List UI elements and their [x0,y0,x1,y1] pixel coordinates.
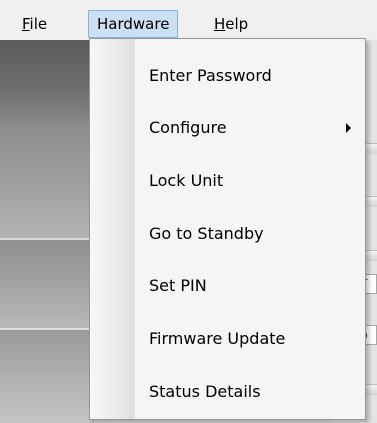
menu-item-label: Firmware Update [149,329,286,348]
menu-help[interactable]: Help [206,10,256,38]
menu-item-label: Go to Standby [149,224,264,243]
menu-help-mnemonic: H [214,15,226,33]
submenu-arrow-icon [346,123,351,133]
menu-item-label: Set PIN [149,276,207,295]
menu-item-firmware-update[interactable]: Firmware Update [92,314,363,364]
menu-item-configure[interactable]: Configure [92,103,363,153]
menu-hardware-label: Hardware [97,15,170,33]
menu-hardware[interactable]: Hardware [88,10,179,38]
side-panel[interactable] [0,126,94,238]
side-panel[interactable] [0,240,94,328]
hardware-dropdown: Enter Password Configure Lock Unit Go to… [89,38,366,420]
menu-file-label: ile [29,15,48,33]
side-panel[interactable] [0,330,94,423]
menu-item-set-pin[interactable]: Set PIN [92,261,363,311]
menu-file[interactable]: File [14,10,55,38]
menu-item-label: Lock Unit [149,171,224,190]
menu-bar: File Hardware Help [0,0,377,40]
menu-item-label: Configure [149,118,227,137]
menu-help-label: elp [225,15,249,33]
menu-item-enter-password[interactable]: Enter Password [92,51,363,101]
menu-item-label: Status Details [149,382,261,401]
side-panel[interactable] [0,40,94,126]
menu-item-go-to-standby[interactable]: Go to Standby [92,209,363,259]
menu-item-label: Enter Password [149,66,272,85]
menu-file-mnemonic: F [22,15,30,33]
menu-item-status-details[interactable]: Status Details [92,367,363,417]
menu-item-lock-unit[interactable]: Lock Unit [92,156,363,206]
